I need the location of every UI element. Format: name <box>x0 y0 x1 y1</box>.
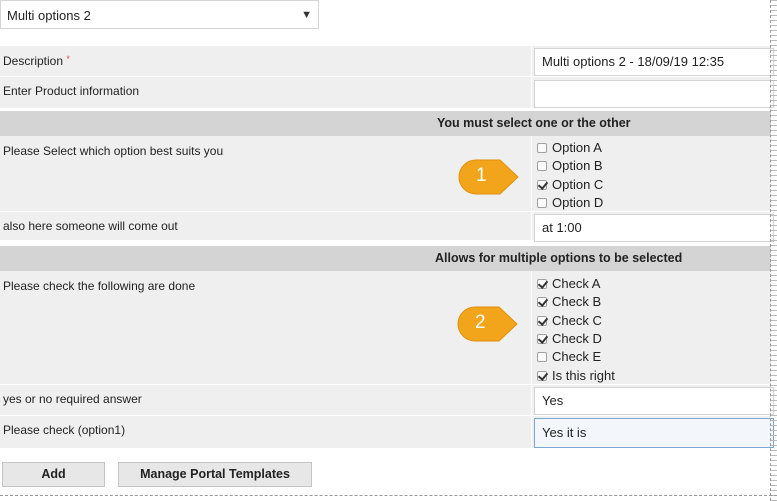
product-info-input[interactable] <box>534 80 774 108</box>
check-e-label: Check E <box>552 349 602 364</box>
check-is-this-right-checkbox[interactable] <box>537 371 547 381</box>
please-check-label: Please check (option1) <box>3 423 126 437</box>
description-label: Description * <box>3 54 70 68</box>
please-check-input[interactable]: Yes it is <box>534 418 774 448</box>
checklist-label: Please check the following are done <box>3 279 196 293</box>
option-c-checkbox[interactable] <box>537 180 547 190</box>
check-b-label: Check B <box>552 294 602 309</box>
check-a-label: Check A <box>552 276 601 291</box>
option-d-checkbox[interactable] <box>537 198 547 208</box>
option-a[interactable]: Option A <box>537 139 602 157</box>
option-c-label: Option C <box>552 177 604 192</box>
check-c-checkbox[interactable] <box>537 316 547 326</box>
option-d-label: Option D <box>552 195 604 210</box>
column-divider <box>531 385 532 415</box>
option-d[interactable]: Option D <box>537 194 603 212</box>
yes-no-label: yes or no required answer <box>3 392 142 406</box>
column-divider <box>531 46 532 76</box>
check-is-this-right-label: Is this right <box>552 368 615 383</box>
callout-1-number: 1 <box>476 165 487 186</box>
callout-1: 1 <box>458 157 520 197</box>
check-a[interactable]: Check A <box>537 275 600 293</box>
add-button[interactable]: Add <box>2 462 105 487</box>
check-d-label: Check D <box>552 331 602 346</box>
column-divider <box>531 271 532 384</box>
followup-label: also here someone will come out <box>3 219 178 233</box>
dropdown-arrow-icon[interactable]: ▼ <box>301 1 312 30</box>
check-b-checkbox[interactable] <box>537 297 547 307</box>
callout-2-shape <box>457 306 518 342</box>
callout-1-shape <box>458 159 519 195</box>
check-c-label: Check C <box>552 313 602 328</box>
column-divider <box>531 77 532 108</box>
check-d-checkbox[interactable] <box>537 334 547 344</box>
column-divider <box>531 416 532 448</box>
required-mark: * <box>66 54 70 64</box>
followup-input[interactable]: at 1:00 <box>534 214 774 242</box>
manage-portal-templates-button[interactable]: Manage Portal Templates <box>118 462 312 487</box>
product-info-label: Enter Product information <box>3 84 140 98</box>
form-frame: Multi options 2 ▼ Description * Multi op… <box>0 0 777 501</box>
torn-edge-right <box>770 0 777 501</box>
torn-edge-bottom <box>0 495 777 501</box>
callout-2: 2 <box>457 304 519 344</box>
section-header-multiple: Allows for multiple options to be select… <box>0 246 771 271</box>
callout-2-number: 2 <box>475 312 486 333</box>
check-e[interactable]: Check E <box>537 348 601 366</box>
yes-no-input[interactable]: Yes <box>534 387 774 415</box>
option-select-label: Please Select which option best suits yo… <box>3 144 224 158</box>
check-e-checkbox[interactable] <box>537 352 547 362</box>
option-a-label: Option A <box>552 140 602 155</box>
check-d[interactable]: Check D <box>537 330 602 348</box>
check-a-checkbox[interactable] <box>537 279 547 289</box>
option-b-label: Option B <box>552 158 603 173</box>
column-divider <box>531 136 532 211</box>
template-select[interactable]: Multi options 2 ▼ <box>0 0 319 29</box>
template-select-value: Multi options 2 <box>7 8 91 23</box>
option-b-checkbox[interactable] <box>537 161 547 171</box>
column-divider <box>531 212 532 240</box>
section-header-single: You must select one or the other <box>0 111 771 136</box>
check-b[interactable]: Check B <box>537 293 601 311</box>
option-a-checkbox[interactable] <box>537 143 547 153</box>
check-is-this-right[interactable]: Is this right <box>537 367 615 385</box>
checklist-row: Please check the following are done <box>0 271 771 385</box>
check-c[interactable]: Check C <box>537 312 602 330</box>
description-input[interactable]: Multi options 2 - 18/09/19 12:35 <box>534 48 774 76</box>
option-select-row: Please Select which option best suits yo… <box>0 136 771 212</box>
option-c[interactable]: Option C <box>537 176 603 194</box>
option-b[interactable]: Option B <box>537 157 603 175</box>
